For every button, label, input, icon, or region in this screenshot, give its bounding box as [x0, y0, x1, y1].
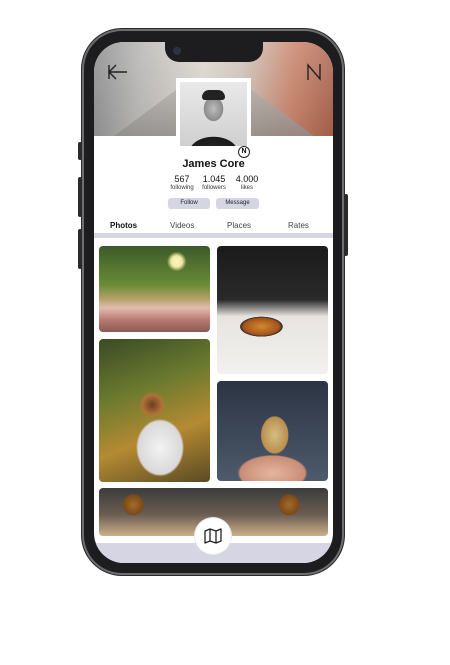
message-button[interactable]: Message	[216, 198, 259, 209]
map-button[interactable]	[195, 518, 231, 554]
content-tabs: Photos Videos Places Rates	[94, 218, 333, 233]
profile-name: James Core	[182, 158, 245, 170]
stat-label: likes	[240, 185, 253, 191]
brand-button[interactable]	[302, 60, 326, 84]
tab-photos[interactable]: Photos	[110, 221, 137, 230]
arrow-left-icon	[108, 64, 127, 80]
photo-noodles[interactable]	[217, 246, 328, 374]
avatar[interactable]	[180, 82, 247, 146]
notch	[165, 42, 263, 62]
profile-avatar-frame	[176, 78, 251, 150]
verified-badge: N	[238, 146, 250, 158]
photo-cookies[interactable]	[217, 381, 328, 481]
app-screen: James Core N 567 following 1.045 followe…	[94, 42, 333, 563]
tab-places[interactable]: Places	[227, 221, 251, 230]
photo-burger-man[interactable]	[99, 339, 210, 482]
brand-n-icon	[307, 63, 321, 81]
back-button[interactable]	[106, 60, 130, 84]
front-camera	[173, 47, 181, 55]
follow-button[interactable]: Follow	[168, 198, 210, 209]
tab-videos[interactable]: Videos	[170, 221, 194, 230]
tab-divider	[94, 233, 333, 238]
tab-rates[interactable]: Rates	[288, 221, 309, 230]
power-button	[344, 194, 348, 256]
stat-value: 4.000	[235, 174, 259, 184]
profile-name-row: James Core N	[94, 146, 333, 171]
stat-likes[interactable]: 4.000 likes	[227, 174, 267, 191]
map-icon	[204, 528, 222, 544]
photo-picnic[interactable]	[99, 246, 210, 332]
